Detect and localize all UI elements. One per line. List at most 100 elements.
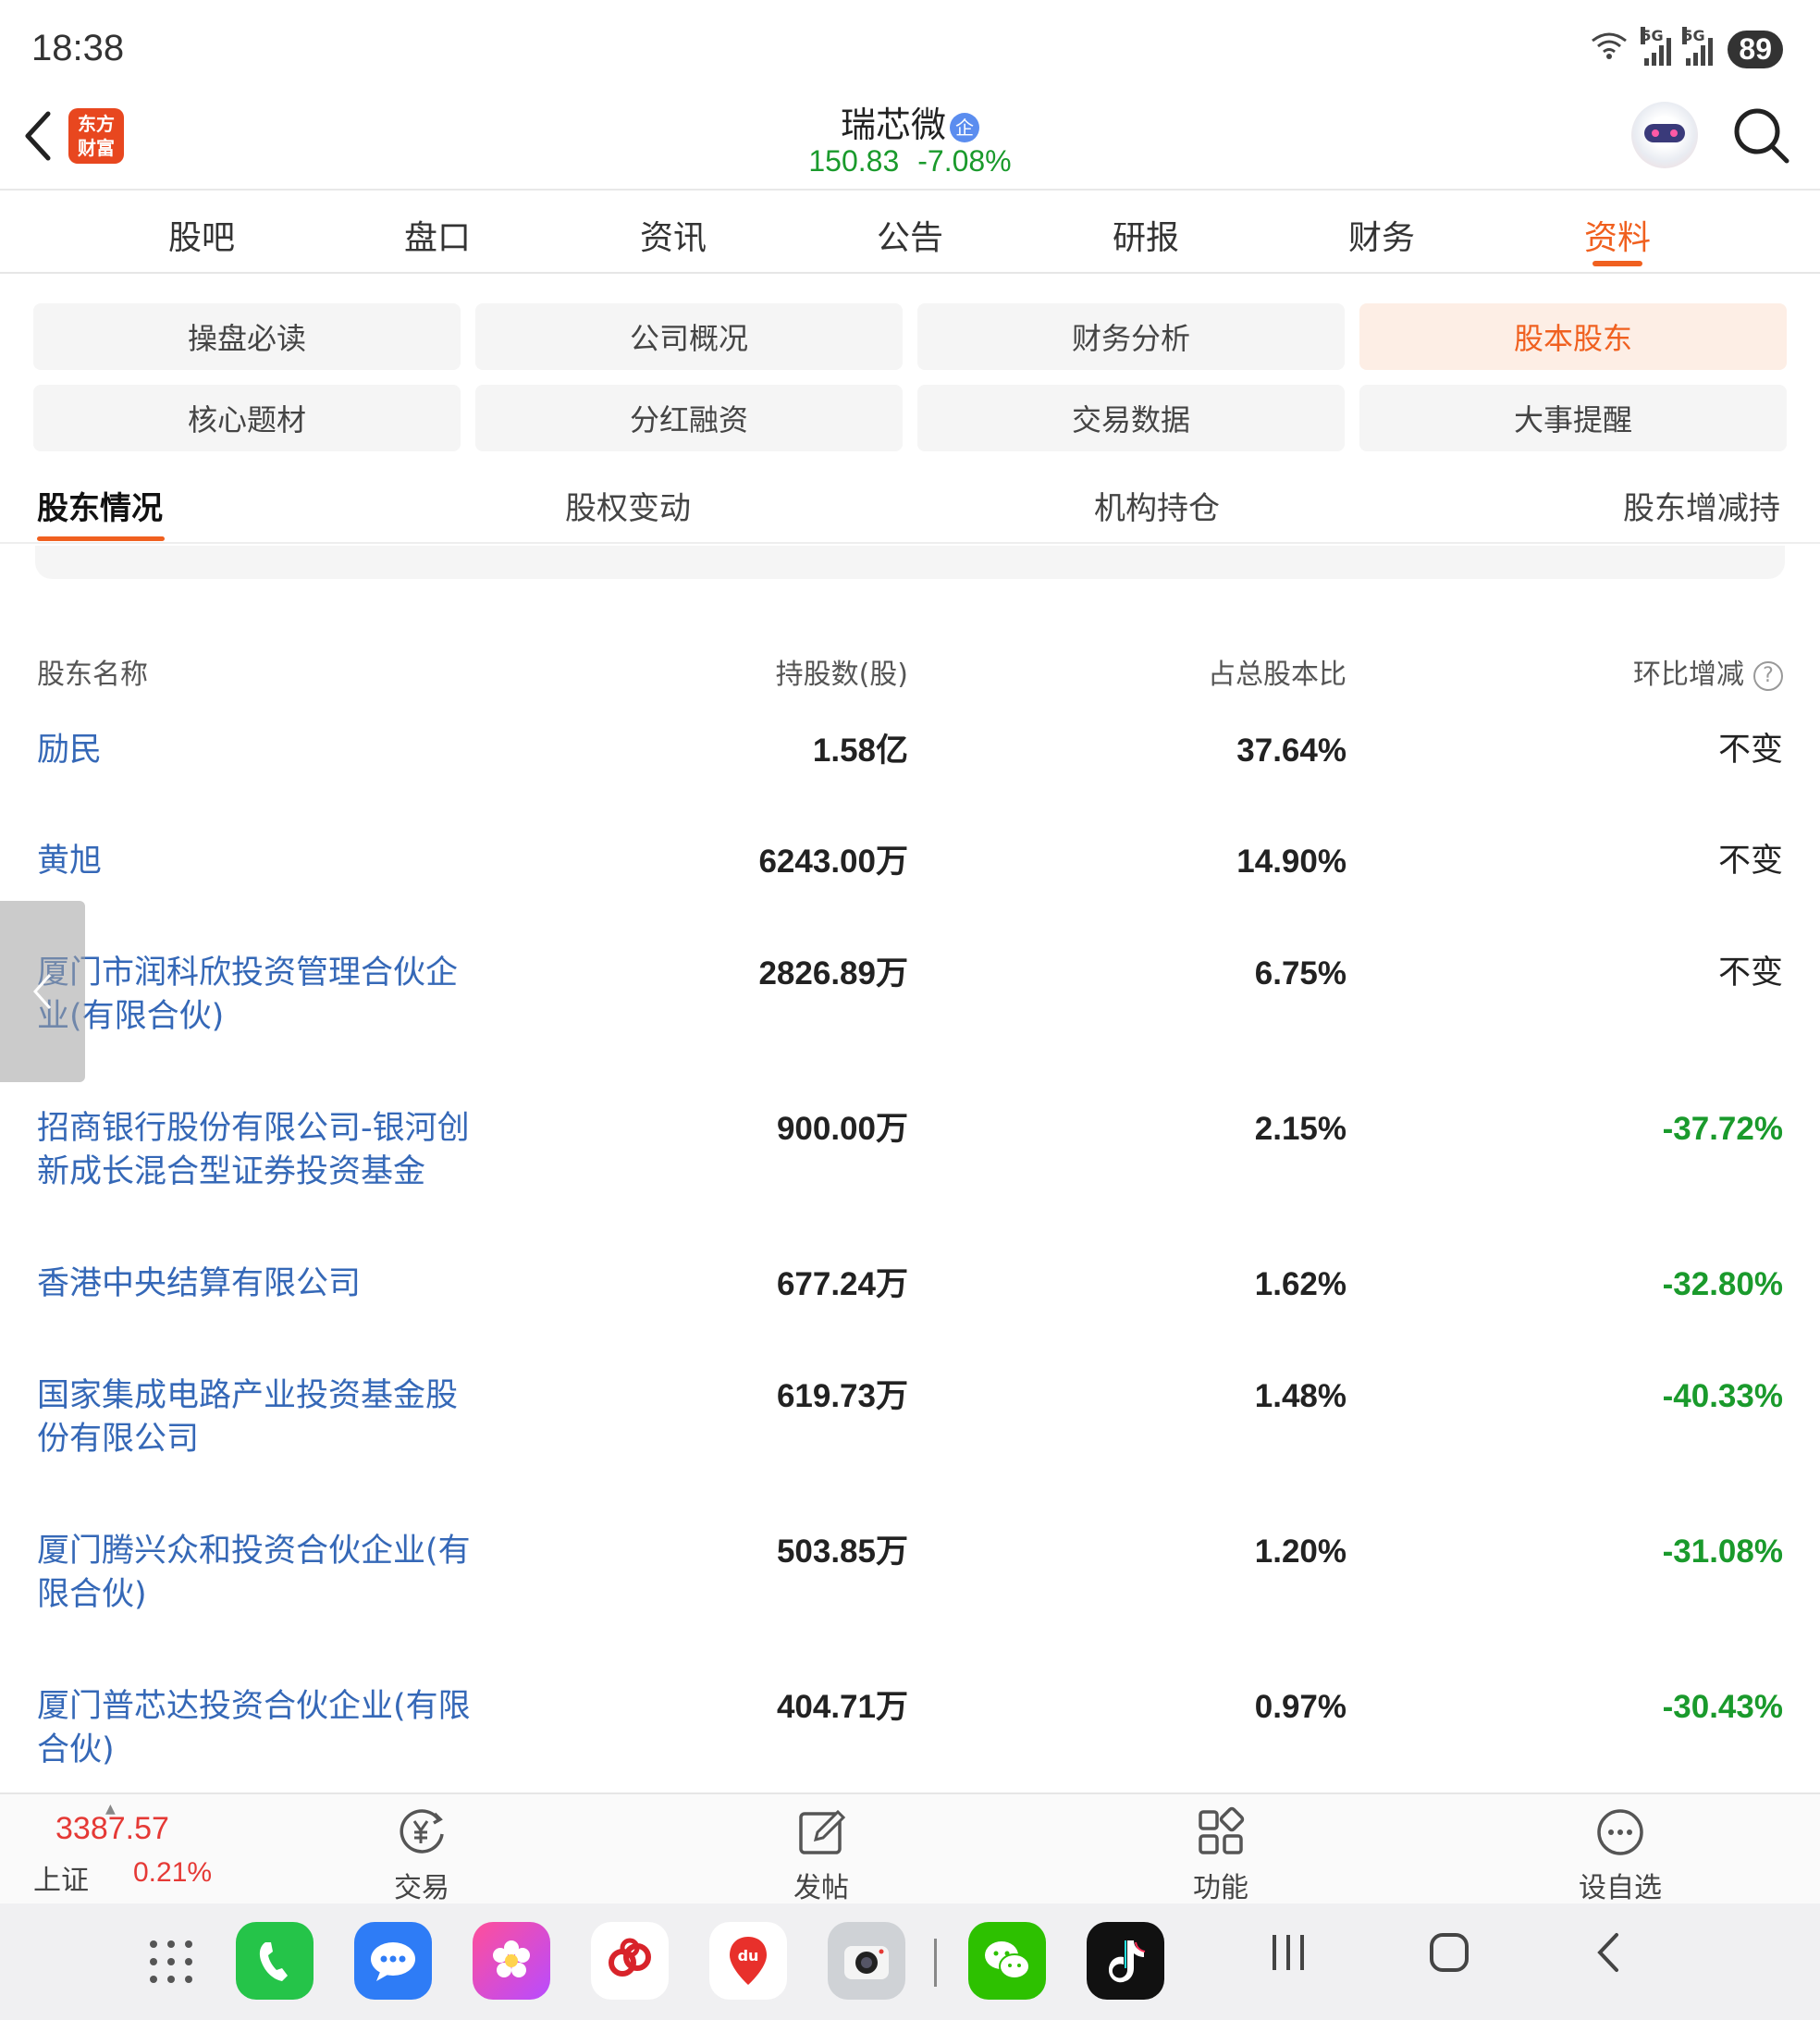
shareholder-shares: 677.24万 bbox=[776, 1266, 908, 1302]
tab-research[interactable]: 研报 bbox=[1113, 211, 1179, 259]
section-tabs: 股东情况 股权变动 机构持仓 股东增减持 bbox=[0, 462, 1820, 544]
edge-panel-handle[interactable] bbox=[0, 901, 85, 1082]
shareholder-ratio: 1.20% bbox=[1254, 1533, 1347, 1570]
gallery-app-icon[interactable] bbox=[473, 1922, 550, 2000]
search-icon bbox=[1734, 108, 1789, 164]
section-tab-institutions[interactable]: 机构持仓 bbox=[1094, 483, 1220, 528]
section-tab-shareholders[interactable]: 股东情况 bbox=[37, 483, 163, 528]
status-bar: 18:38 5G 5G 89 bbox=[0, 0, 1820, 92]
help-icon[interactable]: ? bbox=[1753, 660, 1783, 691]
post-button[interactable]: 发帖 bbox=[747, 1804, 895, 1905]
shareholder-shares: 619.73万 bbox=[776, 1378, 908, 1414]
baidu-maps-app-icon[interactable]: du bbox=[709, 1922, 787, 2000]
shareholder-ratio: 37.64% bbox=[1236, 733, 1347, 769]
subnav-shareholders[interactable]: 股本股东 bbox=[1359, 303, 1787, 370]
recent-apps-icon[interactable] bbox=[1269, 1931, 1308, 1977]
stock-header: 东方 财富 瑞芯微企 150.83 -7.08% bbox=[0, 92, 1820, 191]
shareholder-shares: 503.85万 bbox=[776, 1533, 908, 1570]
signal-icon-2: 5G bbox=[1682, 26, 1714, 66]
phone-app-icon[interactable] bbox=[236, 1922, 314, 2000]
shareholder-shares: 404.71万 bbox=[776, 1689, 908, 1725]
robot-avatar-icon[interactable] bbox=[1631, 102, 1698, 168]
index-widget[interactable]: ▲ 3387.57 上证 0.21% bbox=[33, 1802, 237, 1903]
sub-nav-grid: 操盘必读 公司概况 财务分析 股本股东 核心题材 分红融资 交易数据 大事提醒 bbox=[33, 303, 1787, 451]
price-line: 150.83 -7.08% bbox=[0, 144, 1820, 179]
shareholder-shares: 900.00万 bbox=[776, 1111, 908, 1147]
watchlist-icon bbox=[1546, 1804, 1694, 1861]
tab-profile[interactable]: 资料 bbox=[1584, 211, 1651, 259]
subnav-trading-data[interactable]: 交易数据 bbox=[917, 385, 1345, 451]
app-drawer-icon[interactable] bbox=[150, 1940, 192, 1983]
shareholder-ratio: 1.62% bbox=[1254, 1266, 1347, 1302]
index-pct: 0.21% bbox=[133, 1857, 213, 1888]
post-icon bbox=[747, 1804, 895, 1861]
function-button[interactable]: 功能 bbox=[1147, 1804, 1295, 1905]
shareholder-name[interactable]: 厦门腾兴众和投资合伙企业(有限合伙) bbox=[37, 1530, 481, 1617]
shareholder-shares: 6243.00万 bbox=[758, 844, 908, 880]
svg-text:du: du bbox=[738, 1947, 759, 1965]
shareholder-shares: 1.58亿 bbox=[812, 733, 908, 769]
index-value: 3387.57 bbox=[55, 1811, 169, 1846]
shareholder-ratio: 6.75% bbox=[1254, 955, 1347, 992]
section-tab-equity-changes[interactable]: 股权变动 bbox=[565, 483, 691, 528]
tab-guba[interactable]: 股吧 bbox=[168, 211, 235, 259]
bottom-toolbar: ▲ 3387.57 上证 0.21% 交易 发帖 功能 设自选 bbox=[0, 1792, 1820, 1905]
wifi-icon bbox=[1589, 30, 1629, 69]
tab-news[interactable]: 资讯 bbox=[640, 211, 707, 259]
shareholder-name[interactable]: 厦门普芯达投资合伙企业(有限合伙) bbox=[37, 1685, 481, 1772]
tab-finance[interactable]: 财务 bbox=[1348, 211, 1415, 259]
shareholder-ratio: 2.15% bbox=[1254, 1111, 1347, 1147]
system-navbar: du bbox=[0, 1903, 1820, 2020]
shareholder-name[interactable]: 招商银行股份有限公司-银河创新成长混合型证券投资基金 bbox=[37, 1107, 481, 1194]
add-watchlist-button[interactable]: 设自选 bbox=[1546, 1804, 1694, 1905]
home-icon[interactable] bbox=[1428, 1931, 1470, 1977]
nav-back-icon[interactable] bbox=[1594, 1931, 1622, 1977]
shareholder-name[interactable]: 国家集成电路产业投资基金股份有限公司 bbox=[37, 1374, 481, 1461]
stock-change-pct: -7.08% bbox=[917, 144, 1012, 178]
subnav-company-overview[interactable]: 公司概况 bbox=[475, 303, 903, 370]
shareholder-change: 不变 bbox=[1717, 843, 1783, 880]
subnav-trading-must-read[interactable]: 操盘必读 bbox=[33, 303, 461, 370]
shareholder-name[interactable]: 香港中央结算有限公司 bbox=[37, 1262, 481, 1306]
col-name-header: 股东名称 bbox=[37, 659, 148, 691]
tab-announcements[interactable]: 公告 bbox=[877, 211, 943, 259]
wechat-app-icon[interactable] bbox=[968, 1922, 1046, 2000]
shareholder-shares: 2826.89万 bbox=[758, 955, 908, 992]
trade-icon bbox=[348, 1804, 496, 1861]
shareholder-change: -30.43% bbox=[1662, 1689, 1783, 1725]
tab-pankou[interactable]: 盘口 bbox=[404, 211, 471, 259]
function-icon bbox=[1147, 1804, 1295, 1861]
trade-button[interactable]: 交易 bbox=[348, 1804, 496, 1905]
shareholder-change: -31.08% bbox=[1662, 1533, 1783, 1570]
shareholder-name[interactable]: 厦门市润科欣投资管理合伙企业(有限合伙) bbox=[37, 952, 481, 1039]
subnav-financial-analysis[interactable]: 财务分析 bbox=[917, 303, 1345, 370]
shareholder-name[interactable]: 黄旭 bbox=[37, 840, 481, 883]
search-button[interactable] bbox=[1731, 105, 1792, 166]
subnav-dividends[interactable]: 分红融资 bbox=[475, 385, 903, 451]
stock-title: 瑞芯微企 bbox=[0, 96, 1820, 147]
shareholder-change: -37.72% bbox=[1662, 1111, 1783, 1147]
col-change-header: 环比增减? bbox=[1633, 651, 1783, 692]
col-shares-header: 持股数(股) bbox=[775, 659, 908, 691]
shareholder-ratio: 14.90% bbox=[1236, 844, 1347, 880]
section-divider bbox=[35, 546, 1785, 579]
shareholder-name[interactable]: 励民 bbox=[37, 729, 481, 772]
index-name: 上证 bbox=[33, 1865, 89, 1897]
section-tab-indicator bbox=[37, 536, 165, 541]
shareholder-ratio: 0.97% bbox=[1254, 1689, 1347, 1725]
unionpay-app-icon[interactable] bbox=[591, 1922, 669, 2000]
status-icons: 5G 5G 89 bbox=[1589, 26, 1783, 69]
shareholder-ratio: 1.48% bbox=[1254, 1378, 1347, 1414]
section-tab-holdings-change[interactable]: 股东增减持 bbox=[1623, 483, 1780, 528]
stock-price: 150.83 bbox=[808, 144, 900, 178]
enterprise-badge: 企 bbox=[950, 112, 979, 142]
subnav-events[interactable]: 大事提醒 bbox=[1359, 385, 1787, 451]
dock-separator bbox=[934, 1939, 937, 1987]
douyin-app-icon[interactable] bbox=[1087, 1922, 1164, 2000]
shareholder-change: 不变 bbox=[1717, 955, 1783, 992]
col-ratio-header: 占总股本比 bbox=[1208, 659, 1347, 691]
main-tabs: 股吧 盘口 资讯 公告 研报 财务 资料 bbox=[0, 192, 1820, 274]
messages-app-icon[interactable] bbox=[354, 1922, 432, 2000]
camera-app-icon[interactable] bbox=[828, 1922, 905, 2000]
subnav-core-themes[interactable]: 核心题材 bbox=[33, 385, 461, 451]
